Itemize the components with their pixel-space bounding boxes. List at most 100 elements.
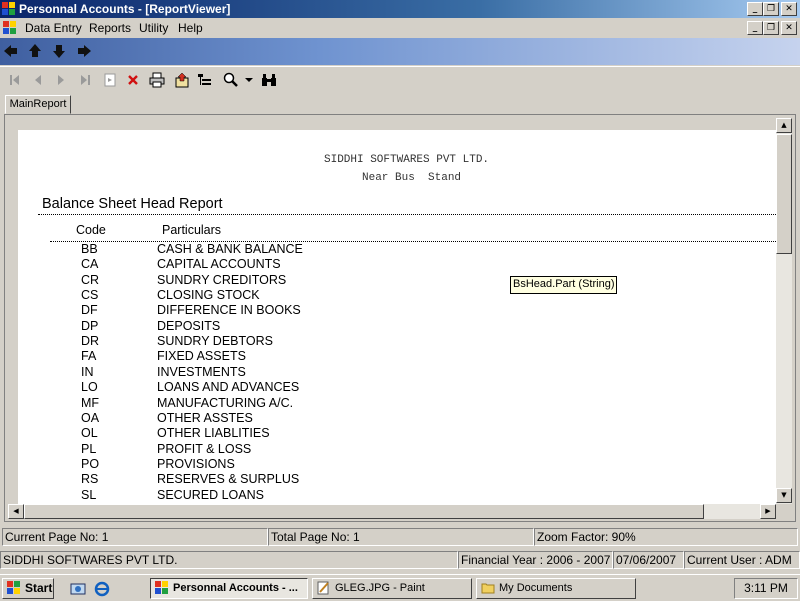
record-navigation-bar [0,38,800,65]
task-label: Personnal Accounts - ... [173,582,298,594]
menu-help[interactable]: Help [178,21,203,35]
column-header-code: Code [76,223,106,237]
row-code: DF [81,303,98,318]
row-particulars: CAPITAL ACCOUNTS [157,257,281,272]
task-label: My Documents [499,582,573,594]
scroll-down-icon[interactable]: ▼ [776,488,792,503]
row-particulars: RESERVES & SURPLUS [157,472,300,487]
child-close-button[interactable]: ✕ [781,21,797,35]
task-label: GLEG.JPG - Paint [335,582,425,594]
app-icon [155,581,168,594]
restore-button[interactable]: ❐ [763,2,779,16]
report-toolbar [0,66,800,93]
row-code: PO [81,456,100,471]
app-icon [2,2,15,15]
field-tooltip: BsHead.Part (String) [510,276,618,294]
folder-icon [481,583,495,594]
group-tree-icon[interactable] [196,71,214,89]
first-page-icon[interactable] [6,71,24,89]
row-particulars: PROFIT & LOSS [157,441,252,456]
title-divider [38,214,776,215]
zoom-icon[interactable] [222,71,240,89]
arrow-right-icon[interactable] [77,44,91,58]
row-particulars: DIFFERENCE IN BOOKS [157,303,301,318]
system-clock: 3:11 PM [734,578,798,599]
column-header-particulars: Particulars [162,223,222,237]
horizontal-scrollbar[interactable]: ◀ ▶ [8,504,776,519]
start-label: Start [25,581,53,595]
close-report-icon[interactable] [124,71,142,89]
row-particulars: LOANS AND ADVANCES [157,380,300,395]
status-current-user: Current User : ADM [684,551,800,569]
row-code: BB [81,242,98,256]
row-particulars: MANUFACTURING A/C. [157,395,294,410]
scroll-left-icon[interactable]: ◀ [8,504,24,519]
row-particulars: PROVISIONS [157,456,235,471]
status-date: 07/06/2007 [613,551,684,569]
row-code: OA [81,410,100,425]
vertical-scrollbar[interactable]: ▲ ▼ [776,118,792,504]
row-code: CS [81,288,99,303]
menu-data-entry[interactable]: Data Entry [25,21,82,35]
child-restore-button[interactable]: ❐ [763,21,779,35]
row-code: IN [81,364,94,379]
show-desktop-icon[interactable] [70,581,86,597]
goto-page-icon[interactable] [101,71,119,89]
task-my-documents[interactable]: My Documents [476,578,636,599]
close-button[interactable]: ✕ [781,2,797,16]
status-financial-year: Financial Year : 2006 - 2007 [458,551,613,569]
search-binoculars-icon[interactable] [260,71,278,89]
scroll-corner [776,504,792,519]
menu-utility[interactable]: Utility [139,21,168,35]
row-particulars: CLOSING STOCK [157,288,260,303]
row-particulars: SUNDRY CREDITORS [157,272,287,287]
export-icon[interactable] [173,71,191,89]
row-code: DR [81,334,100,349]
scroll-right-icon[interactable]: ▶ [760,504,776,519]
child-minimize-button[interactable]: _ [747,21,763,35]
row-code: DP [81,318,99,333]
task-paint[interactable]: GLEG.JPG - Paint [312,578,472,599]
zoom-dropdown-icon[interactable] [244,71,254,89]
internet-explorer-icon[interactable] [94,581,110,597]
report-title: Balance Sheet Head Report [42,196,223,212]
current-page-status: Current Page No: 1 [2,528,268,546]
row-code: SL [81,487,97,502]
row-code: LO [81,380,98,395]
last-page-icon[interactable] [76,71,94,89]
row-particulars: INVESTMENTS [157,364,246,379]
arrow-left-icon[interactable] [4,44,18,58]
paint-icon [317,581,329,595]
task-personnal-accounts[interactable]: Personnal Accounts - ... [150,578,308,599]
minimize-button[interactable]: _ [747,2,763,16]
row-particulars: OTHER ASSTES [157,410,253,425]
row-code: FA [81,349,97,364]
arrow-up-icon[interactable] [28,44,42,58]
previous-page-icon[interactable] [29,71,47,89]
start-button[interactable]: Start [2,578,54,599]
row-code: RS [81,472,99,487]
next-page-icon[interactable] [52,71,70,89]
status-company: SIDDHI SOFTWARES PVT LTD. [0,551,458,569]
print-icon[interactable] [148,71,166,89]
menu-reports[interactable]: Reports [89,21,131,35]
vertical-scroll-thumb[interactable] [776,134,792,254]
mdi-child-icon[interactable] [3,21,17,35]
horizontal-scroll-thumb[interactable] [24,504,704,519]
row-particulars: FIXED ASSETS [157,349,246,364]
row-code: CR [81,272,100,287]
menu-bar: Data Entry Reports Utility Help _ ❐ ✕ [0,18,800,38]
row-particulars: DEPOSITS [157,318,221,333]
report-page: SIDDHI SOFTWARES PVT LTD. Near Bus Stand… [18,130,776,506]
row-particulars: OTHER LIABLITIES [157,426,270,441]
row-particulars: CASH & BANK BALANCE [157,242,303,256]
zoom-factor-status: Zoom Factor: 90% [534,528,798,546]
report-company-name: SIDDHI SOFTWARES PVT LTD. [324,154,490,166]
tab-main-report[interactable]: MainReport [5,95,71,114]
window-titlebar[interactable]: Personnal Accounts - [ReportViewer] _ ❐ … [0,0,800,18]
window-title: Personnal Accounts - [ReportViewer] [19,2,231,16]
scroll-up-icon[interactable]: ▲ [776,118,792,133]
row-code: CA [81,257,99,272]
row-code: PL [81,441,97,456]
arrow-down-icon[interactable] [52,44,66,58]
